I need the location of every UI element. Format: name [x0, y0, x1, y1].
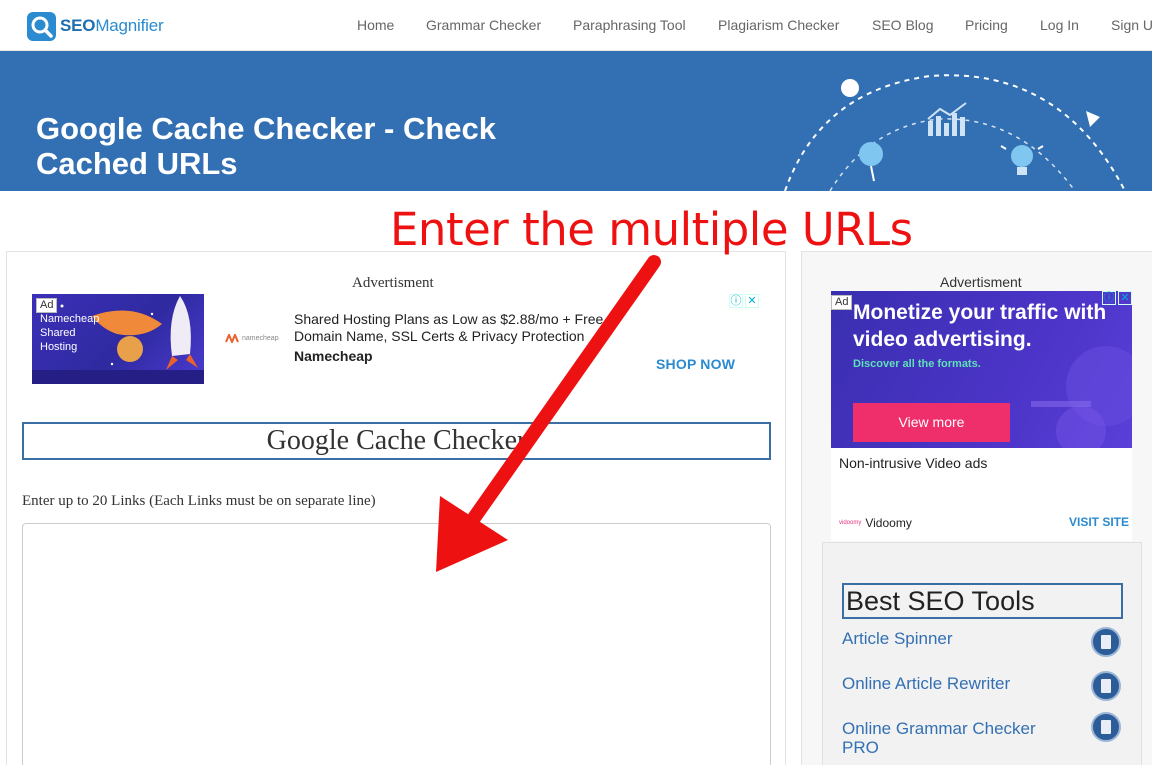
nav-log-in[interactable]: Log In — [1040, 17, 1079, 33]
sidebar: Advertisment Monetize your traffic with … — [801, 251, 1152, 765]
shop-now-link[interactable]: SHOP NOW — [656, 356, 735, 372]
sidebar-ad-info-icon[interactable]: ⓘ — [1102, 291, 1116, 305]
hero-illustration — [784, 74, 1126, 191]
orbit-dot-icon — [841, 79, 859, 97]
namecheap-ad-image[interactable]: Namecheap Shared Hosting — [32, 294, 204, 384]
ad-image-text: Namecheap Shared Hosting — [40, 313, 100, 353]
video-ad-description: Non-intrusive Video ads — [839, 455, 988, 471]
nav-plagiarism-checker[interactable]: Plagiarism Checker — [718, 17, 839, 33]
tool-panel: Advertisment Namecheap Shared Hosting Ad… — [6, 251, 786, 765]
best-seo-tools-card: Best SEO Tools Article Spinner Online Ar… — [822, 542, 1142, 765]
sidebar-ad-controls: ⓘ ✕ — [1102, 291, 1132, 305]
play-arrow-icon — [1086, 111, 1100, 127]
tool-item-online-article-rewriter: Online Article Rewriter — [842, 671, 1132, 701]
ad-label: Advertisment — [352, 275, 434, 291]
grammar-checker-pro-link[interactable]: Online Grammar Checker PRO — [842, 719, 1072, 757]
namecheap-n-icon — [225, 334, 239, 343]
namecheap-logo: namecheap — [225, 334, 279, 343]
hero-banner: Google Cache Checker - Check Cached URLs — [0, 51, 1152, 191]
tool-item-grammar-checker-pro: Online Grammar Checker PRO — [842, 712, 1132, 757]
ad-brand[interactable]: Namecheap — [294, 348, 373, 364]
best-seo-tools-title: Best SEO Tools — [842, 583, 1123, 619]
nav-sign-up[interactable]: Sign Up — [1111, 17, 1152, 33]
grammar-checker-icon[interactable] — [1091, 712, 1121, 742]
visit-site-link[interactable]: VISIT SITE — [1069, 515, 1129, 529]
annotation-label: Enter the multiple URLs — [390, 203, 913, 256]
online-article-rewriter-link[interactable]: Online Article Rewriter — [842, 674, 1072, 693]
ad-copy[interactable]: Shared Hosting Plans as Low as $2.88/mo … — [294, 311, 614, 345]
nav-grammar-checker[interactable]: Grammar Checker — [426, 17, 541, 33]
top-navbar: SEOMagnifier Home Grammar Checker Paraph… — [0, 0, 1152, 51]
video-ad-headline: Monetize your traffic with video adverti… — [853, 301, 1107, 351]
vidoomy-brand-name: Vidoomy — [865, 516, 912, 530]
video-ad-box[interactable]: Monetize your traffic with video adverti… — [831, 291, 1132, 541]
nav-home[interactable]: Home — [357, 17, 394, 33]
article-rewriter-icon[interactable] — [1091, 671, 1121, 701]
article-spinner-icon[interactable] — [1091, 627, 1121, 657]
sidebar-ad-label: Advertisment — [940, 274, 1022, 290]
sidebar-ad-close-icon[interactable]: ✕ — [1118, 291, 1132, 305]
bar-chart-icon — [927, 102, 967, 136]
vidoomy-brand[interactable]: vidoomy Vidoomy — [839, 516, 912, 530]
vidoomy-logo-icon: vidoomy — [839, 520, 862, 526]
nav-seo-blog[interactable]: SEO Blog — [872, 17, 933, 33]
article-spinner-link[interactable]: Article Spinner — [842, 629, 1072, 648]
ad-badge: Ad — [36, 298, 58, 313]
main-nav: Home Grammar Checker Paraphrasing Tool P… — [0, 17, 1152, 35]
page-title: Google Cache Checker - Check Cached URLs — [36, 111, 496, 181]
lollipop-pin-icon — [859, 142, 883, 182]
view-more-button[interactable]: View more — [853, 403, 1010, 442]
tool-item-article-spinner: Article Spinner — [842, 627, 1132, 657]
nav-pricing[interactable]: Pricing — [965, 17, 1008, 33]
ad-info-icon[interactable]: ⓘ — [729, 294, 743, 308]
namecheap-logo-text: namecheap — [242, 335, 279, 342]
ad-close-icon[interactable]: ✕ — [745, 294, 759, 308]
sidebar-ad-badge: Ad — [831, 295, 853, 310]
links-input-label: Enter up to 20 Links (Each Links must be… — [22, 493, 376, 509]
urls-textarea[interactable] — [22, 523, 771, 765]
lightbulb-icon — [1000, 145, 1044, 175]
nav-paraphrasing-tool[interactable]: Paraphrasing Tool — [573, 17, 686, 33]
video-ad-subheadline: Discover all the formats. — [853, 358, 981, 370]
video-ad-image[interactable]: Monetize your traffic with video adverti… — [831, 291, 1132, 448]
ad-controls: ⓘ ✕ — [729, 294, 759, 308]
tool-heading: Google Cache Checker — [22, 422, 771, 460]
